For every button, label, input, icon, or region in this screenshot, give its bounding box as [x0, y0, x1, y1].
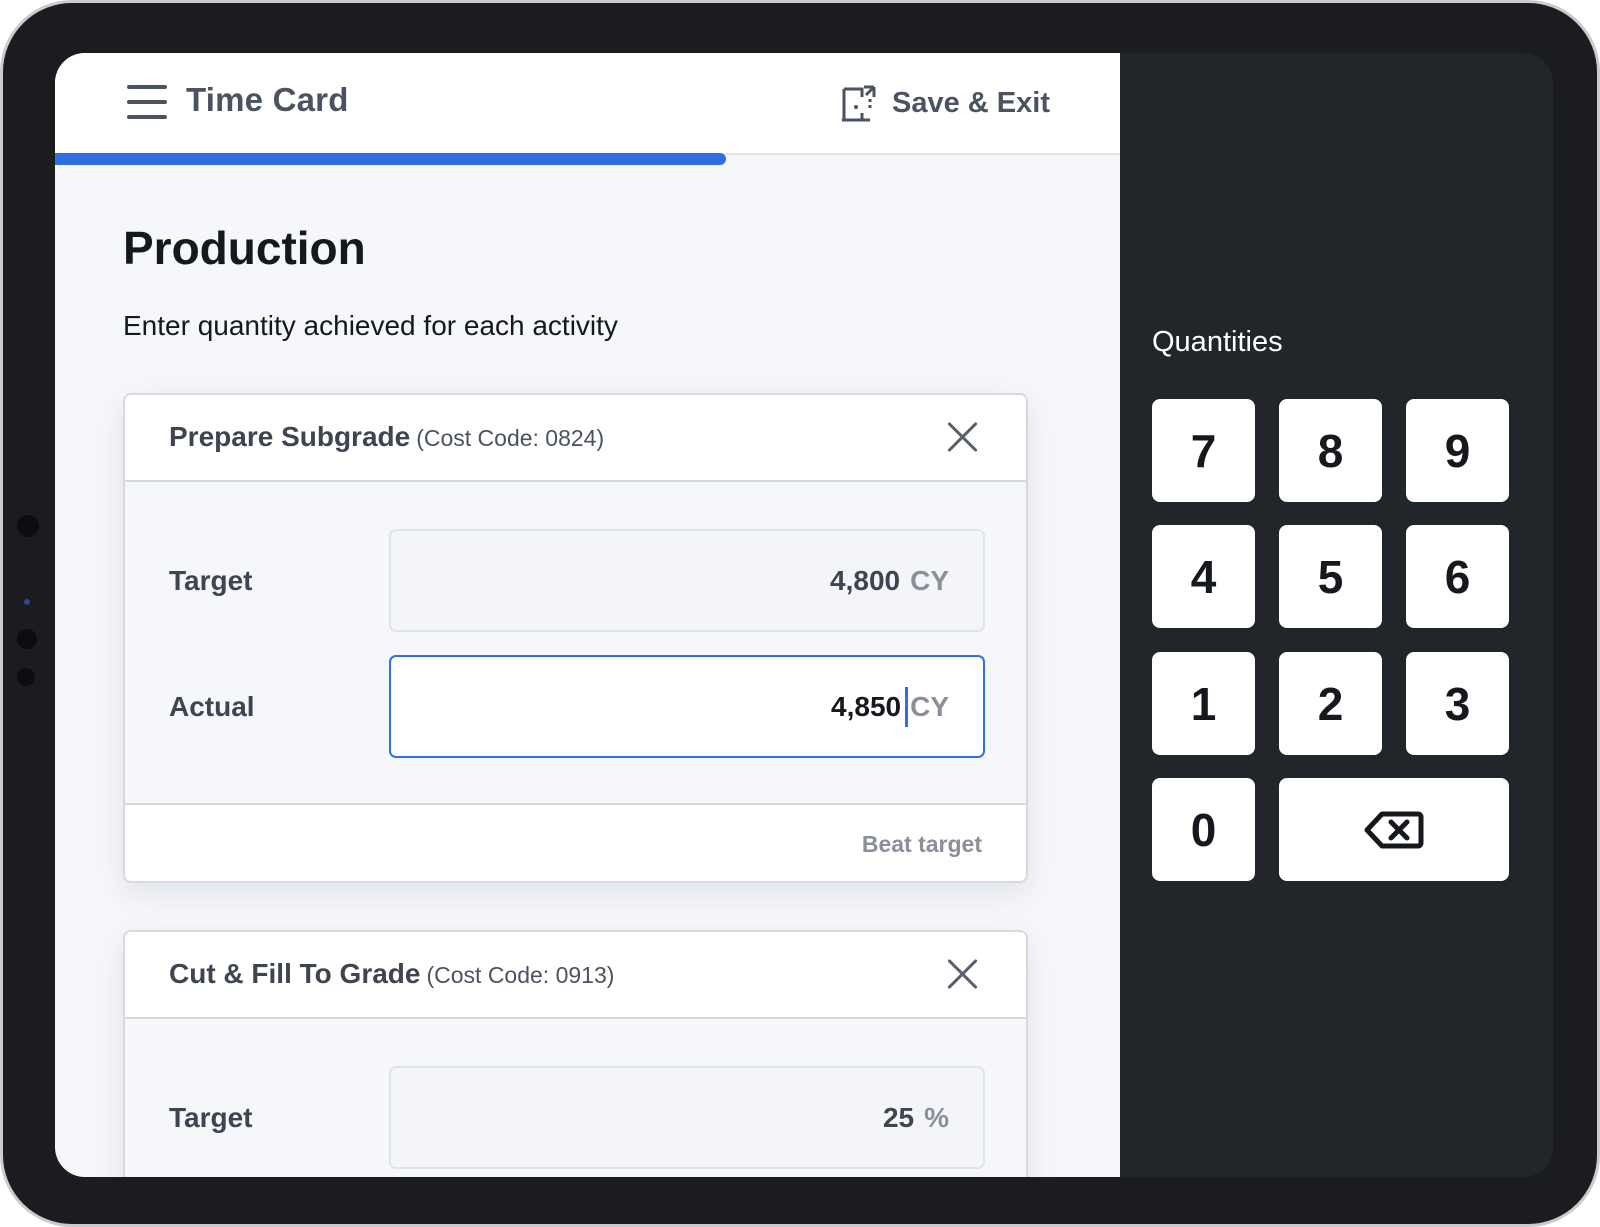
- key-4[interactable]: 4: [1152, 525, 1255, 628]
- activity-cost-code: (Cost Code: 0824): [416, 425, 605, 451]
- camera-dot: [17, 515, 39, 537]
- target-field: 4,800 CY: [389, 529, 985, 632]
- activity-name: Prepare Subgrade: [169, 421, 411, 452]
- progress-bar-fill: [55, 153, 726, 165]
- time-card-app: Time Card Save & Exit Production Enter q…: [55, 53, 1120, 1177]
- key-0[interactable]: 0: [1152, 778, 1255, 881]
- hamburger-menu-icon[interactable]: [127, 85, 167, 121]
- app-title: Time Card: [186, 81, 349, 118]
- save-exit-label: Save & Exit: [892, 86, 1050, 119]
- exit-door-icon: [842, 85, 876, 122]
- text-cursor: [905, 686, 909, 727]
- side-indicator: [24, 599, 30, 605]
- page-title: Production: [123, 222, 366, 274]
- key-8[interactable]: 8: [1279, 399, 1382, 502]
- status-text: Beat target: [861, 831, 982, 857]
- actual-unit: CY: [910, 690, 949, 722]
- target-value: 25: [882, 1101, 915, 1133]
- target-unit: CY: [910, 564, 949, 596]
- backspace-key[interactable]: [1279, 778, 1509, 881]
- activity-card-footer: Beat target: [125, 803, 1026, 881]
- key-2[interactable]: 2: [1279, 652, 1382, 755]
- actual-value: 4,850: [831, 690, 902, 722]
- remove-activity-close-icon[interactable]: [946, 958, 978, 990]
- progress-bar: [55, 153, 1120, 165]
- key-3[interactable]: 3: [1406, 652, 1509, 755]
- activity-cost-code: (Cost Code: 0913): [426, 962, 615, 988]
- side-button-upper: [17, 629, 37, 649]
- key-6[interactable]: 6: [1406, 525, 1509, 628]
- actual-label: Actual: [169, 691, 255, 722]
- page-subtitle: Enter quantity achieved for each activit…: [123, 310, 618, 341]
- activity-title: Prepare Subgrade (Cost Code: 0824): [169, 421, 604, 453]
- keypad-title: Quantities: [1152, 326, 1283, 358]
- keypad-panel: Quantities 7 8 9 4 5 6 1 2 3 0: [1120, 53, 1553, 1177]
- target-label: Target: [169, 1102, 253, 1133]
- key-5[interactable]: 5: [1279, 525, 1382, 628]
- screen: Time Card Save & Exit Production Enter q…: [55, 53, 1553, 1177]
- tablet-frame: Time Card Save & Exit Production Enter q…: [0, 0, 1600, 1227]
- activity-card: Cut & Fill To Grade (Cost Code: 0913) Tar…: [123, 930, 1028, 1177]
- key-1[interactable]: 1: [1152, 652, 1255, 755]
- key-9[interactable]: 9: [1406, 399, 1509, 502]
- target-field: 25 %: [389, 1066, 985, 1169]
- remove-activity-close-icon[interactable]: [946, 421, 978, 453]
- target-unit: %: [924, 1101, 949, 1133]
- activity-name: Cut & Fill To Grade: [169, 958, 421, 989]
- save-exit-button[interactable]: Save & Exit: [840, 81, 1050, 125]
- activity-card-header: Prepare Subgrade (Cost Code: 0824): [125, 395, 1026, 482]
- backspace-icon: [1364, 811, 1424, 848]
- actual-input[interactable]: 4,850 CY: [389, 655, 985, 758]
- activity-card-header: Cut & Fill To Grade (Cost Code: 0913): [125, 932, 1026, 1019]
- activity-card: Prepare Subgrade (Cost Code: 0824) Target…: [123, 393, 1028, 883]
- activity-title: Cut & Fill To Grade (Cost Code: 0913): [169, 958, 614, 990]
- target-label: Target: [169, 565, 253, 596]
- side-button-lower: [17, 668, 35, 686]
- app-header: Time Card Save & Exit: [55, 53, 1120, 154]
- target-value: 4,800: [830, 564, 901, 596]
- key-7[interactable]: 7: [1152, 399, 1255, 502]
